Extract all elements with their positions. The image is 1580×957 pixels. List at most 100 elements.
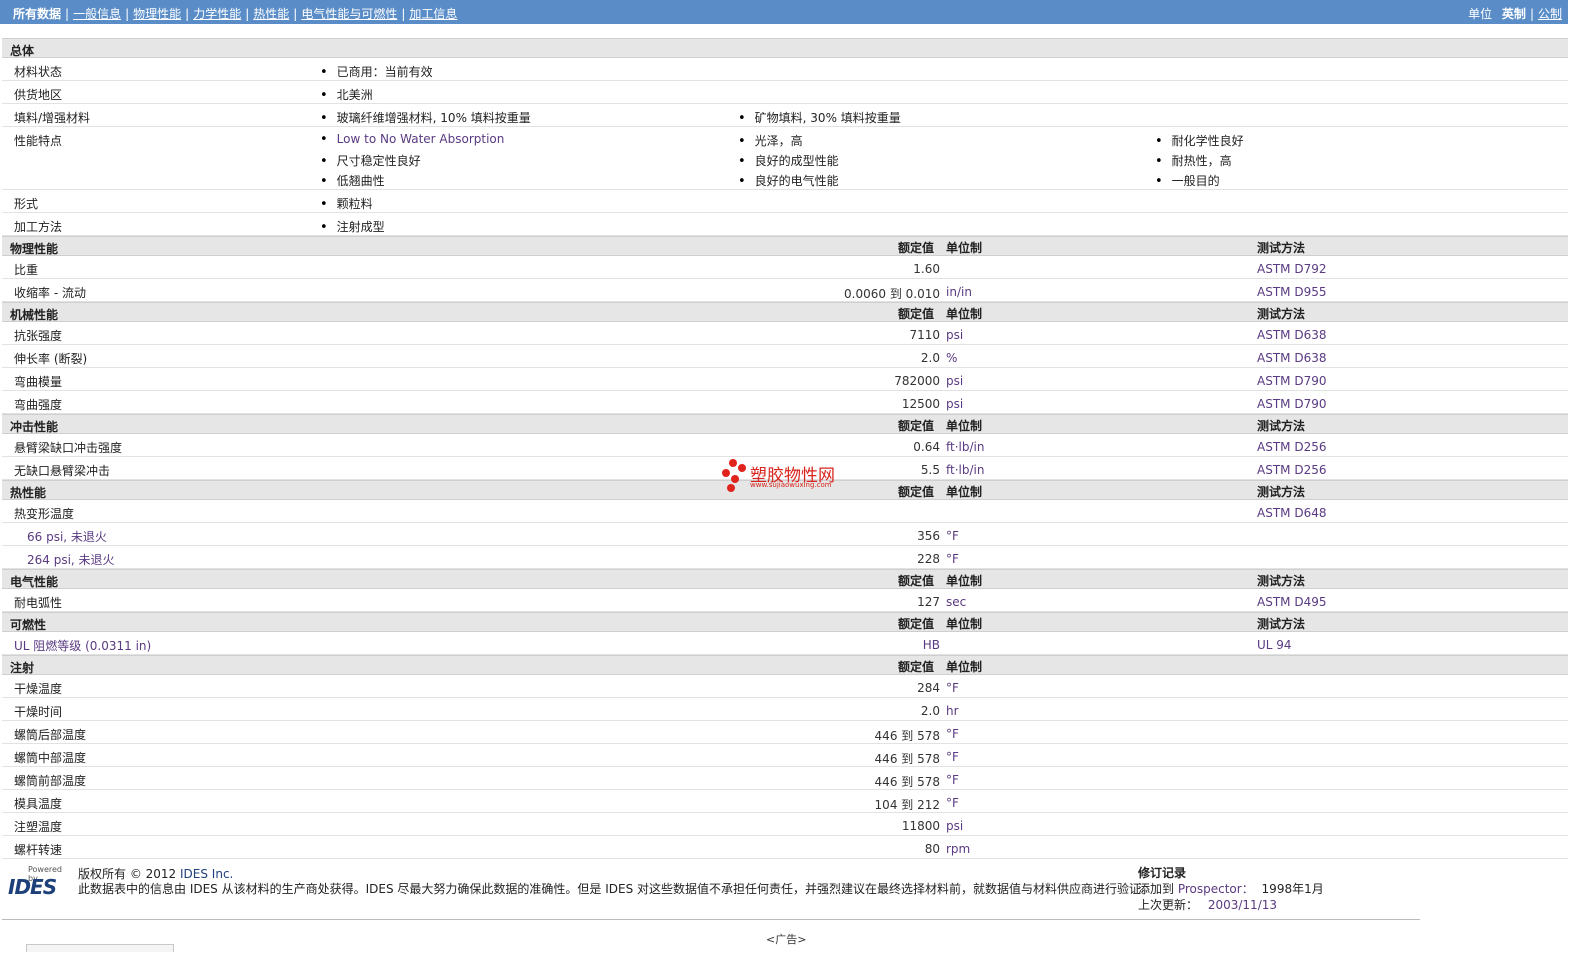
row-unit: in/in — [946, 285, 972, 299]
row-value: 5.5 — [920, 463, 940, 477]
row-unit: °F — [946, 681, 959, 695]
company-link[interactable]: IDES Inc. — [180, 867, 233, 881]
section-header-injection: 注射 额定值 单位制 — [2, 655, 1568, 675]
row-unit: rpm — [946, 842, 971, 856]
section-header-impact: 冲击性能 额定值 单位制 测试方法 — [2, 414, 1568, 434]
row-value: 1.60 — [913, 262, 940, 276]
table-row: 性能特点 Low to No Water Absorption 光泽，高 耐化学… — [2, 127, 1568, 190]
row-value: 7110 — [909, 328, 940, 342]
site-watermark: 塑胶物性网 www.sujiaowuxing.com — [722, 459, 862, 493]
section-title: 可燃性 — [10, 618, 47, 632]
row-label: 螺筒中部温度 — [14, 751, 87, 765]
row-label: 66 psi, 未退火 — [27, 530, 107, 544]
row-unit: ft·lb/in — [946, 440, 985, 454]
section-title: 电气性能 — [10, 575, 59, 589]
table-row: 收缩率 - 流动 0.0060 到 0.010 in/in ASTM D955 — [2, 279, 1568, 302]
list-item: 注射成型 — [320, 218, 385, 235]
table-row: 螺筒后部温度 446 到 578 °F — [2, 721, 1568, 744]
table-row: 干燥时间 2.0 hr — [2, 698, 1568, 721]
table-row: 加工方法 注射成型 — [2, 213, 1568, 236]
section-header-mechanical: 机械性能 额定值 单位制 测试方法 — [2, 302, 1568, 322]
row-method: ASTM D256 — [1257, 463, 1327, 477]
col-header-value: 额定值 — [898, 307, 935, 321]
list-item: 玻璃纤维增强材料, 10% 填料按重量 — [320, 109, 531, 126]
col-header-unit: 单位制 — [946, 485, 983, 499]
table-row: 弯曲模量 782000 psi ASTM D790 — [2, 368, 1568, 391]
row-unit: psi — [946, 374, 964, 388]
col-header-value: 额定值 — [898, 574, 935, 588]
row-label: 性能特点 — [14, 134, 63, 148]
row-label: 加工方法 — [14, 220, 63, 234]
row-value: 127 — [917, 595, 940, 609]
ides-logo-text: IDES — [8, 875, 57, 899]
section-title: 热性能 — [10, 486, 47, 500]
revision-added: 添加到 Prospector： 1998年1月 — [1138, 880, 1324, 897]
row-value: HB — [922, 638, 940, 652]
col-header-unit: 单位制 — [946, 617, 983, 631]
revision-updated: 上次更新： 2003/11/13 — [1138, 896, 1277, 913]
updated-date: 2003/11/13 — [1207, 898, 1278, 912]
row-method: ASTM D256 — [1257, 440, 1327, 454]
section-title: 机械性能 — [10, 308, 59, 322]
horizontal-scrollbar[interactable] — [26, 944, 174, 952]
col-header-unit: 单位制 — [946, 241, 983, 255]
row-value: 228 — [917, 552, 940, 566]
row-method: ASTM D495 — [1257, 595, 1327, 609]
nav-thermal[interactable]: 热性能 — [253, 7, 289, 21]
row-value: 80 — [924, 842, 940, 856]
list-item: 耐热性，高 — [1155, 152, 1232, 169]
row-unit: °F — [946, 529, 959, 543]
nav-general-info[interactable]: 一般信息 — [73, 7, 121, 21]
row-method: ASTM D638 — [1257, 351, 1327, 365]
row-label: 形式 — [14, 197, 39, 211]
nav-mechanical[interactable]: 力学性能 — [193, 7, 241, 21]
nav-physical[interactable]: 物理性能 — [133, 7, 181, 21]
row-label: 耐电弧性 — [14, 596, 63, 610]
row-method: ASTM D790 — [1257, 397, 1327, 411]
row-method: ASTM D792 — [1257, 262, 1327, 276]
table-row: 注塑温度 11800 psi — [2, 813, 1568, 836]
col-header-unit: 单位制 — [946, 660, 983, 674]
col-header-value: 额定值 — [898, 485, 935, 499]
nav-all-data[interactable]: 所有数据 — [13, 5, 61, 22]
row-unit: sec — [946, 595, 967, 609]
units-separator: | — [1529, 7, 1534, 21]
row-label: 抗张强度 — [14, 329, 63, 343]
footer-divider — [2, 919, 1420, 920]
col-header-value: 额定值 — [898, 660, 935, 674]
section-title: 总体 — [10, 44, 35, 58]
updated-label: 上次更新： — [1138, 898, 1199, 912]
table-row: 螺筒前部温度 446 到 578 °F — [2, 767, 1568, 790]
nav-electrical[interactable]: 电气性能与可燃性 — [301, 7, 397, 21]
list-item: 北美洲 — [320, 86, 373, 103]
row-label: 供货地区 — [14, 88, 63, 102]
watermark-url: www.sujiaowuxing.com — [750, 481, 832, 489]
table-row: 填料/增强材料 玻璃纤维增强材料, 10% 填料按重量 矿物填料, 30% 填料… — [2, 104, 1568, 127]
row-unit: hr — [946, 704, 959, 718]
row-unit: psi — [946, 819, 964, 833]
row-value: 446 到 578 — [874, 729, 940, 743]
row-method: ASTM D955 — [1257, 285, 1327, 299]
section-header-flammability: 可燃性 额定值 单位制 测试方法 — [2, 612, 1568, 632]
units-metric[interactable]: 公制 — [1538, 7, 1562, 21]
col-header-unit: 单位制 — [946, 419, 983, 433]
row-label: 悬臂梁缺口冲击强度 — [14, 441, 123, 455]
units-imperial[interactable]: 英制 — [1502, 7, 1526, 21]
col-header-method: 测试方法 — [1257, 617, 1306, 631]
row-label: 螺筒后部温度 — [14, 728, 87, 742]
section-title: 注射 — [10, 661, 35, 675]
nav-separator: | — [401, 7, 406, 21]
added-label: 添加到 — [1138, 882, 1175, 896]
table-row: 螺筒中部温度 446 到 578 °F — [2, 744, 1568, 767]
table-row: 弯曲强度 12500 psi ASTM D790 — [2, 391, 1568, 414]
nav-processing[interactable]: 加工信息 — [409, 7, 457, 21]
row-unit: % — [946, 351, 958, 365]
table-row: 材料状态 已商用：当前有效 — [2, 58, 1568, 81]
table-row: 模具温度 104 到 212 °F — [2, 790, 1568, 813]
col-header-method: 测试方法 — [1257, 241, 1306, 255]
copyright-text: 版权所有 © 2012 — [78, 867, 177, 881]
datasheet-table: 总体 材料状态 已商用：当前有效 供货地区 北美洲 填料/增强材料 玻璃纤维增强… — [2, 38, 1568, 859]
col-header-unit: 单位制 — [946, 574, 983, 588]
row-value: 284 — [917, 681, 940, 695]
nav-separator: | — [245, 7, 250, 21]
